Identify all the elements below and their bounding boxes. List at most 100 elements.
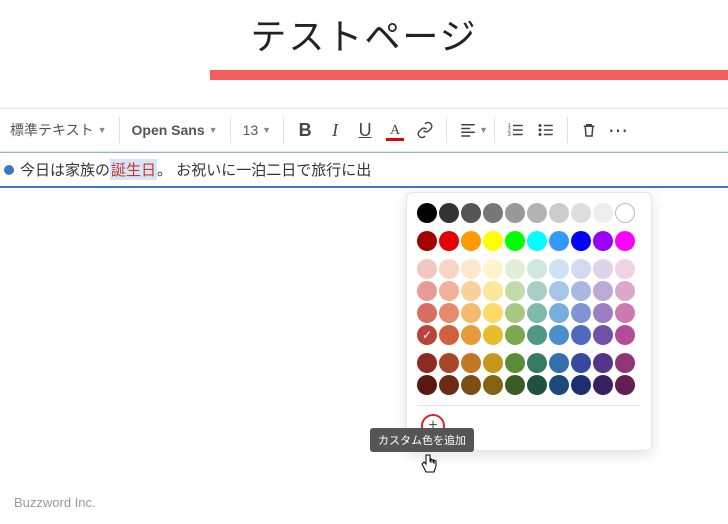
color-swatch[interactable] [527, 375, 547, 395]
color-swatch[interactable] [571, 303, 591, 323]
color-swatch[interactable] [549, 281, 569, 301]
paragraph-style-label: 標準テキスト [10, 120, 94, 140]
color-swatch[interactable] [615, 353, 635, 373]
color-swatch[interactable] [461, 303, 481, 323]
color-swatch[interactable] [505, 203, 525, 223]
color-swatch[interactable] [439, 281, 459, 301]
color-swatch[interactable] [527, 231, 547, 251]
color-swatch[interactable] [417, 375, 437, 395]
color-swatch[interactable] [439, 203, 459, 223]
color-swatch[interactable] [417, 353, 437, 373]
color-swatch[interactable] [615, 303, 635, 323]
font-size-select[interactable]: 13 ▼ [237, 118, 278, 142]
insert-link-button[interactable] [410, 115, 440, 145]
color-swatch[interactable] [593, 259, 613, 279]
color-swatch[interactable] [527, 353, 547, 373]
color-swatch[interactable] [549, 203, 569, 223]
align-left-icon [459, 121, 477, 139]
color-swatch[interactable] [417, 281, 437, 301]
color-swatch[interactable] [439, 231, 459, 251]
color-swatch[interactable] [505, 375, 525, 395]
color-swatch[interactable] [417, 203, 437, 223]
color-swatch[interactable] [615, 231, 635, 251]
color-swatch[interactable] [461, 375, 481, 395]
color-swatch[interactable] [593, 325, 613, 345]
color-swatch[interactable] [527, 259, 547, 279]
content-line[interactable]: 今日は家族の誕生日。 お祝いに一泊二日で旅行に出 [0, 152, 728, 188]
color-swatch[interactable] [505, 325, 525, 345]
color-swatch[interactable] [417, 259, 437, 279]
underline-button[interactable]: U [350, 115, 380, 145]
color-swatch[interactable] [505, 259, 525, 279]
color-swatch[interactable]: ✓ [417, 325, 437, 345]
color-swatch[interactable] [571, 325, 591, 345]
color-swatch[interactable] [461, 281, 481, 301]
color-swatch[interactable] [483, 375, 503, 395]
color-swatch[interactable] [549, 325, 569, 345]
color-swatch[interactable] [571, 259, 591, 279]
color-swatch[interactable] [527, 203, 547, 223]
color-swatch[interactable] [593, 203, 613, 223]
color-swatch[interactable] [571, 353, 591, 373]
color-swatch[interactable] [505, 353, 525, 373]
color-swatch[interactable] [439, 259, 459, 279]
editor-content[interactable]: 今日は家族の誕生日。 お祝いに一泊二日で旅行に出 [0, 152, 728, 188]
color-swatch[interactable] [527, 325, 547, 345]
color-swatch[interactable] [483, 259, 503, 279]
color-swatch[interactable] [483, 203, 503, 223]
color-swatch[interactable] [417, 303, 437, 323]
color-swatch[interactable] [549, 375, 569, 395]
color-swatch[interactable] [461, 203, 481, 223]
color-swatch[interactable] [593, 281, 613, 301]
color-swatch[interactable] [549, 259, 569, 279]
color-swatch[interactable] [505, 303, 525, 323]
bold-button[interactable]: B [290, 115, 320, 145]
color-swatch[interactable] [439, 375, 459, 395]
underline-icon: U [359, 120, 372, 141]
font-family-select[interactable]: Open Sans ▼ [126, 118, 224, 142]
color-swatch[interactable] [483, 325, 503, 345]
color-swatch[interactable] [527, 281, 547, 301]
swatch-row-vivid [417, 231, 641, 251]
footer-text: Buzzword Inc. [14, 495, 96, 510]
link-icon [416, 121, 434, 139]
color-swatch[interactable] [571, 203, 591, 223]
color-swatch[interactable] [615, 259, 635, 279]
color-swatch[interactable] [615, 281, 635, 301]
color-swatch[interactable] [571, 231, 591, 251]
color-swatch[interactable] [549, 303, 569, 323]
color-swatch[interactable] [615, 375, 635, 395]
color-swatch[interactable] [439, 303, 459, 323]
delete-button[interactable] [574, 115, 604, 145]
color-swatch[interactable] [439, 353, 459, 373]
color-swatch[interactable] [461, 259, 481, 279]
color-swatch[interactable] [593, 375, 613, 395]
color-swatch[interactable] [439, 325, 459, 345]
color-swatch[interactable] [461, 231, 481, 251]
unordered-list-button[interactable] [531, 115, 561, 145]
ordered-list-button[interactable]: 123 [501, 115, 531, 145]
more-button[interactable]: ⋯ [604, 115, 634, 145]
color-swatch[interactable] [593, 231, 613, 251]
text-color-button[interactable]: A [380, 115, 410, 145]
paragraph-style-select[interactable]: 標準テキスト ▼ [4, 116, 113, 144]
color-swatch[interactable] [483, 303, 503, 323]
color-swatch[interactable] [593, 303, 613, 323]
color-swatch[interactable] [483, 353, 503, 373]
color-swatch[interactable] [615, 325, 635, 345]
color-swatch[interactable] [615, 203, 635, 223]
color-swatch[interactable] [483, 281, 503, 301]
color-swatch[interactable] [593, 353, 613, 373]
color-swatch[interactable] [549, 353, 569, 373]
color-swatch[interactable] [417, 231, 437, 251]
color-swatch[interactable] [505, 231, 525, 251]
color-swatch[interactable] [461, 353, 481, 373]
color-swatch[interactable] [527, 303, 547, 323]
color-swatch[interactable] [571, 281, 591, 301]
color-swatch[interactable] [461, 325, 481, 345]
color-swatch[interactable] [571, 375, 591, 395]
italic-button[interactable]: I [320, 115, 350, 145]
color-swatch[interactable] [483, 231, 503, 251]
color-swatch[interactable] [505, 281, 525, 301]
color-swatch[interactable] [549, 231, 569, 251]
